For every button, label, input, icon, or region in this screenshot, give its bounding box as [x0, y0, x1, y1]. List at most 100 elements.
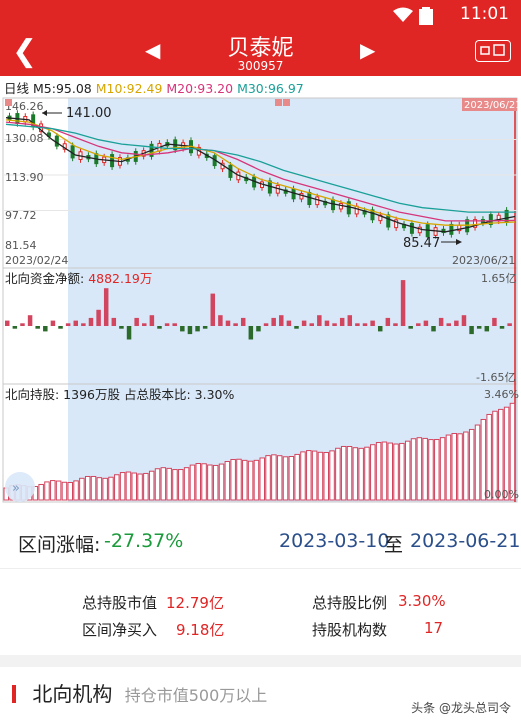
- next-stock-icon[interactable]: ▶: [360, 38, 375, 62]
- flow-bar: [119, 326, 124, 329]
- flow-bar: [377, 326, 383, 332]
- drag-handle-icon: »: [12, 481, 20, 496]
- flow-bar: [492, 317, 497, 326]
- ma10-value: M10:92.49: [95, 81, 163, 96]
- inst-count-label: 持股机构数: [312, 621, 388, 639]
- holding-bar: [154, 468, 161, 501]
- date-sep: 至: [384, 534, 404, 556]
- holding-bar: [399, 442, 405, 501]
- range-label: 区间涨幅:: [18, 534, 101, 556]
- holding-bar: [90, 475, 97, 501]
- holding-bar: [352, 447, 359, 501]
- holding-bar: [143, 472, 149, 501]
- flow-bar: [347, 315, 353, 326]
- event-marker-1: [5, 99, 12, 106]
- stock-chart[interactable]: 146.26 130.08 113.90 97.72 81.54 141.00 …: [0, 96, 521, 504]
- flow-bar: [332, 323, 337, 326]
- holding-bar: [329, 450, 335, 501]
- flow-bar: [263, 323, 269, 326]
- holding-label: 北向持股: 1396万股 占总股本比: 3.30%: [5, 387, 234, 402]
- ma30-value: M30:96.97: [237, 81, 304, 96]
- y-tick-4: 97.72: [5, 209, 37, 222]
- holding-bar: [404, 440, 411, 501]
- flow-bar: [324, 320, 330, 326]
- flow-bar: [271, 317, 276, 326]
- event-marker-3: [283, 99, 290, 106]
- holding-bar: [306, 450, 312, 501]
- flow-bar: [256, 326, 261, 332]
- drag-handle[interactable]: [5, 472, 35, 502]
- section-subtitle: 持仓市值500万以上: [124, 686, 268, 705]
- holding-bar: [230, 458, 236, 501]
- date-to[interactable]: 2023-06-21: [410, 530, 520, 552]
- header: ❮ ◀ 贝泰妮 300957 ▶: [0, 28, 521, 76]
- holding-bar: [451, 433, 457, 501]
- date-from[interactable]: 2023-03-10: [279, 530, 389, 552]
- flow-bar: [431, 326, 436, 332]
- holding-bar: [416, 437, 423, 501]
- holding-bar: [79, 477, 85, 501]
- flow-bar: [35, 326, 40, 329]
- holding-bar: [410, 438, 417, 501]
- holding-bar: [96, 477, 103, 501]
- flow-bar: [5, 320, 10, 326]
- holding-bar: [253, 459, 260, 501]
- flow-bar: [210, 293, 216, 326]
- flow-bar: [126, 326, 132, 340]
- flow-bar: [279, 315, 284, 326]
- holding-bar: [166, 467, 172, 501]
- ma-legend: 日线 M5:95.08 M10:92.49 M20:93.20 M30:96.9…: [4, 78, 304, 97]
- flow-bar: [454, 320, 459, 326]
- flow-bar: [81, 323, 86, 326]
- holding-bar: [38, 483, 44, 501]
- flow-bar: [385, 317, 391, 326]
- holding-bar: [509, 402, 516, 501]
- flow-bar: [469, 326, 474, 335]
- holding-bar: [236, 458, 242, 501]
- holding-bar: [271, 454, 277, 501]
- holding-bar: [381, 441, 388, 501]
- section-separator: [0, 655, 521, 667]
- holding-bar: [247, 460, 254, 501]
- flow-bar: [27, 315, 33, 326]
- flow-bar: [400, 280, 406, 326]
- holding-bar: [276, 455, 283, 501]
- ma5-value: M5:95.08: [33, 81, 92, 96]
- holding-bar: [212, 464, 219, 501]
- flow-bar: [180, 326, 185, 332]
- corner-date: 2023/06/21: [464, 100, 521, 111]
- holding-bar: [288, 455, 295, 501]
- flow-bar: [423, 320, 429, 326]
- holding-bar: [498, 408, 504, 501]
- candle-body: [386, 214, 391, 228]
- holding-bar: [44, 481, 50, 501]
- holding-bar: [114, 474, 120, 501]
- menu-button[interactable]: [475, 40, 511, 62]
- holding-bar: [125, 471, 132, 501]
- divider: [0, 568, 521, 569]
- flow-bar: [476, 326, 482, 329]
- net-buy-label: 区间净买入: [82, 621, 158, 639]
- holding-bar: [463, 431, 469, 501]
- flow-bar: [370, 320, 375, 326]
- holding-bar: [311, 450, 318, 501]
- holding-bar: [201, 463, 207, 501]
- holding-bar: [503, 406, 510, 501]
- flow-bar: [195, 326, 200, 332]
- flow-bar: [438, 317, 444, 326]
- wifi-icon: [393, 7, 413, 22]
- flow-bar: [43, 326, 48, 332]
- flow-bar: [240, 317, 246, 326]
- flow-bar: [507, 323, 512, 326]
- holding-bar: [434, 439, 440, 501]
- holding-bar: [224, 460, 231, 501]
- candle-body: [315, 196, 320, 206]
- holding-bar: [294, 453, 300, 501]
- holding-bar: [346, 445, 353, 501]
- watermark: 头条 @龙头总司令: [411, 701, 511, 715]
- flow-bar: [142, 323, 147, 326]
- holding-bar: [300, 451, 306, 501]
- flow-bar: [248, 326, 254, 340]
- flow-bar: [65, 323, 71, 326]
- flow-bar: [103, 288, 109, 326]
